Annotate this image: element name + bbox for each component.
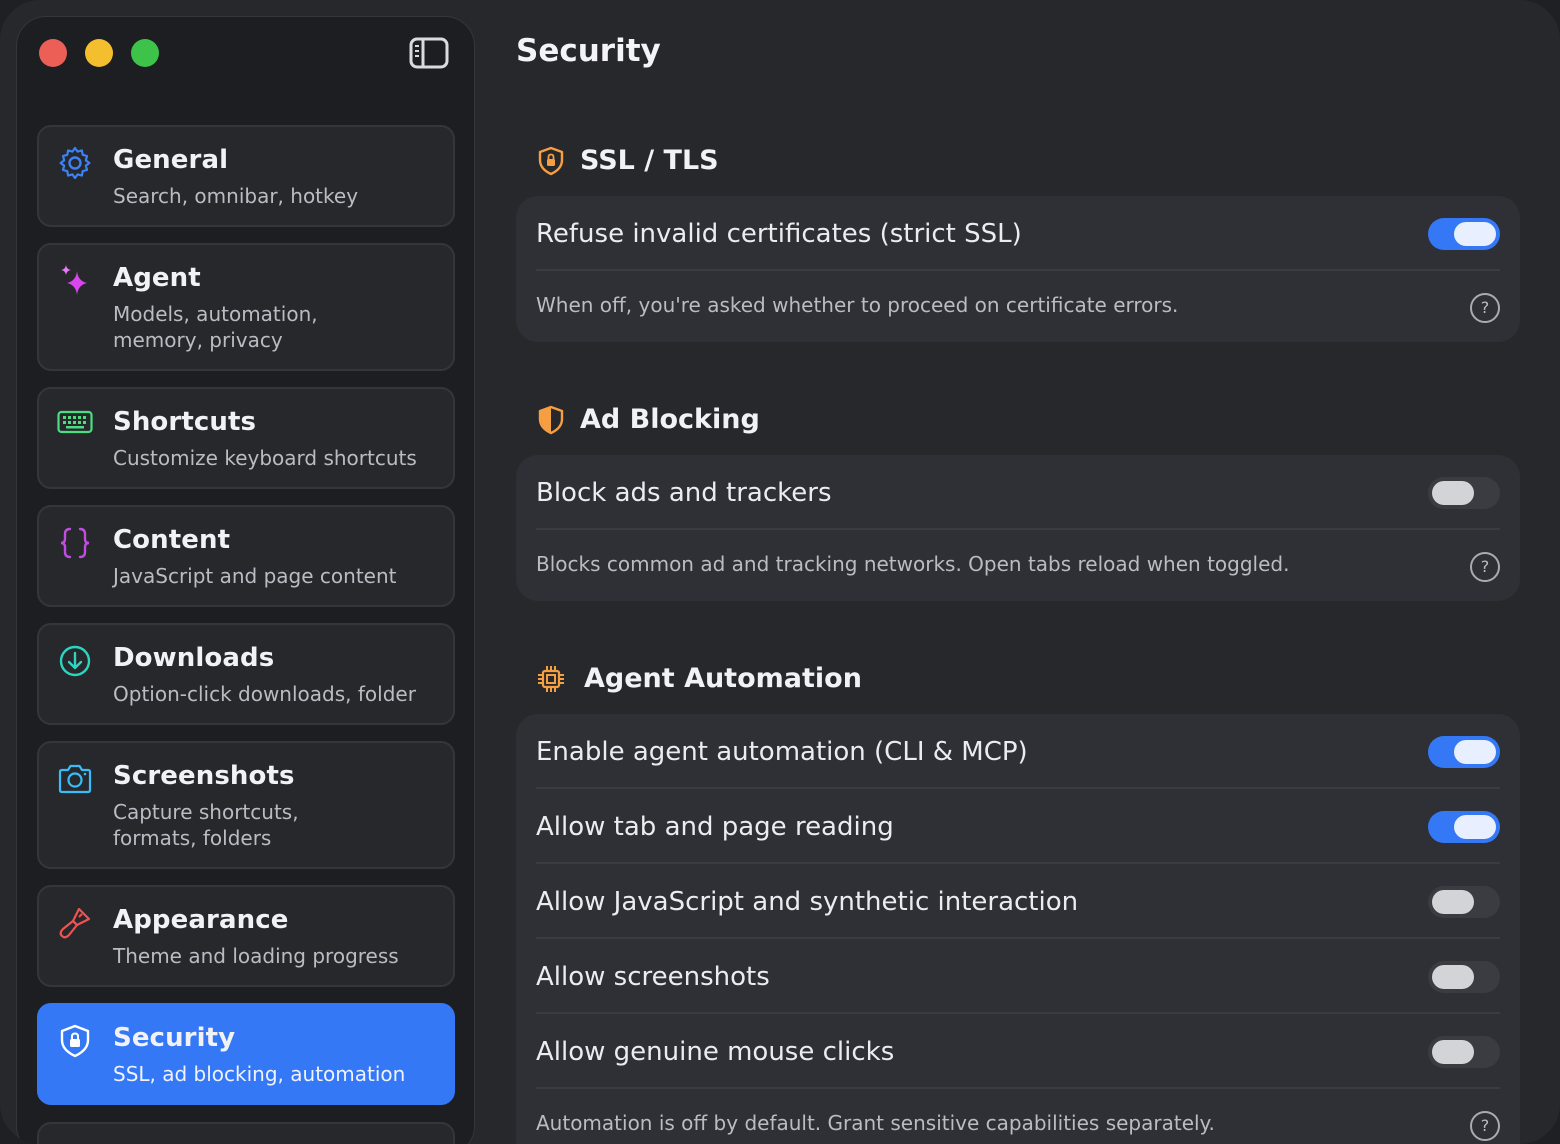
- paintbrush-icon: [59, 907, 91, 939]
- setting-label: Enable agent automation (CLI & MCP): [536, 736, 1028, 767]
- divider: [536, 1087, 1500, 1089]
- toggle-knob: [1454, 814, 1496, 839]
- sparkles-icon: [61, 265, 87, 295]
- sidebar: General Search, omnibar, hotkey Agent Mo…: [16, 16, 475, 1144]
- setting-label: Block ads and trackers: [536, 477, 832, 508]
- section-header-adblock: Ad Blocking: [536, 404, 760, 435]
- agent-automation-toggle[interactable]: [1428, 735, 1500, 768]
- sidebar-item-appearance[interactable]: Appearance Theme and loading progress: [37, 885, 455, 987]
- sidebar-item-title: Shortcuts: [113, 407, 257, 437]
- sidebar-item-security[interactable]: Security SSL, ad blocking, automation: [37, 1003, 455, 1105]
- download-circle-icon: [59, 645, 91, 677]
- section-header-automation: Agent Automation: [536, 663, 862, 694]
- section-header-ssl: SSL / TLS: [536, 145, 719, 176]
- setting-hint: When off, you're asked whether to procee…: [536, 293, 1179, 317]
- sidebar-item-title: Downloads: [113, 643, 275, 673]
- main-panel: Security SSL / TLS Refuse invalid certif…: [476, 0, 1560, 1144]
- sidebar-item-general[interactable]: General Search, omnibar, hotkey: [37, 125, 455, 227]
- section-title: Agent Automation: [584, 663, 862, 694]
- close-button[interactable]: [39, 39, 67, 67]
- screenshots-toggle[interactable]: [1428, 960, 1500, 993]
- setting-row: Allow JavaScript and synthetic interacti…: [536, 864, 1500, 939]
- sidebar-item-subtitle: Capture shortcuts, formats, folders: [113, 800, 299, 850]
- sidebar-item-subtitle: JavaScript and page content: [113, 564, 397, 588]
- sidebar-item-subtitle: Theme and loading progress: [113, 944, 399, 968]
- settings-card-adblock: Block ads and trackers Blocks common ad …: [516, 455, 1520, 601]
- sidebar-item-title: Appearance: [113, 905, 289, 935]
- sidebar-item-downloads[interactable]: Downloads Option-click downloads, folder: [37, 623, 455, 725]
- sidebar-item-title: General: [113, 145, 229, 175]
- sidebar-item-title: Screenshots: [113, 761, 295, 791]
- setting-label: Allow screenshots: [536, 961, 770, 992]
- toggle-knob: [1432, 964, 1474, 989]
- keyboard-icon: [57, 410, 93, 434]
- sidebar-item-content[interactable]: Content JavaScript and page content: [37, 505, 455, 607]
- strict-ssl-toggle[interactable]: [1428, 217, 1500, 250]
- javascript-interaction-toggle[interactable]: [1428, 885, 1500, 918]
- setting-label: Allow tab and page reading: [536, 811, 894, 842]
- sidebar-item-subtitle: Customize keyboard shortcuts: [113, 446, 417, 470]
- shield-lock-icon: [60, 1024, 90, 1058]
- shield-lock-icon: [538, 146, 564, 175]
- sidebar-item-title: Security: [113, 1023, 236, 1053]
- tab-reading-toggle[interactable]: [1428, 810, 1500, 843]
- setting-row: Allow screenshots: [536, 939, 1500, 1014]
- settings-card-ssl: Refuse invalid certificates (strict SSL)…: [516, 196, 1520, 342]
- setting-row: Allow tab and page reading: [536, 789, 1500, 864]
- gear-icon: [59, 146, 91, 180]
- divider: [536, 269, 1500, 271]
- setting-hint: Blocks common ad and tracking networks. …: [536, 552, 1290, 576]
- page-title: Security: [516, 33, 661, 69]
- setting-label: Allow genuine mouse clicks: [536, 1036, 895, 1067]
- setting-row: Enable agent automation (CLI & MCP): [536, 714, 1500, 789]
- setting-row: Allow genuine mouse clicks: [536, 1014, 1500, 1089]
- sidebar-toggle-button[interactable]: [409, 37, 449, 69]
- help-icon[interactable]: ?: [1470, 1111, 1500, 1141]
- traffic-lights: [39, 39, 159, 67]
- settings-window: General Search, omnibar, hotkey Agent Mo…: [0, 0, 1560, 1144]
- mouse-clicks-toggle[interactable]: [1428, 1035, 1500, 1068]
- block-ads-toggle[interactable]: [1428, 476, 1500, 509]
- sidebar-item-subtitle: Search, omnibar, hotkey: [113, 184, 359, 208]
- sidebar-item-screenshots[interactable]: Screenshots Capture shortcuts, formats, …: [37, 741, 455, 869]
- sidebar-item-subtitle: Models, automation, memory, privacy: [113, 302, 318, 352]
- sidebar-item-next-partial[interactable]: [37, 1122, 455, 1144]
- zoom-button[interactable]: [131, 39, 159, 67]
- settings-card-automation: Enable agent automation (CLI & MCP) Allo…: [516, 714, 1520, 1144]
- sidebar-item-subtitle: Option-click downloads, folder: [113, 682, 416, 706]
- setting-label: Refuse invalid certificates (strict SSL): [536, 218, 1022, 249]
- toggle-knob: [1454, 739, 1496, 764]
- sidebar-item-title: Content: [113, 525, 231, 555]
- sidebar-item-agent[interactable]: Agent Models, automation, memory, privac…: [37, 243, 455, 371]
- help-icon[interactable]: ?: [1470, 552, 1500, 582]
- sidebar-item-title: Agent: [113, 263, 201, 293]
- toggle-knob: [1432, 1039, 1474, 1064]
- toggle-knob: [1454, 221, 1496, 246]
- sidebar-item-shortcuts[interactable]: Shortcuts Customize keyboard shortcuts: [37, 387, 455, 489]
- help-icon[interactable]: ?: [1470, 293, 1500, 323]
- braces-icon: [60, 527, 90, 559]
- setting-label: Allow JavaScript and synthetic interacti…: [536, 886, 1079, 917]
- minimize-button[interactable]: [85, 39, 113, 67]
- section-title: SSL / TLS: [580, 145, 719, 176]
- cpu-chip-icon: [538, 665, 564, 692]
- setting-hint: Automation is off by default. Grant sens…: [536, 1111, 1215, 1135]
- sidebar-left-icon: [409, 37, 449, 69]
- camera-icon: [58, 764, 92, 794]
- toggle-knob: [1432, 889, 1474, 914]
- setting-row: Refuse invalid certificates (strict SSL): [536, 196, 1500, 271]
- divider: [536, 528, 1500, 530]
- setting-row: Block ads and trackers: [536, 455, 1500, 530]
- section-title: Ad Blocking: [580, 404, 760, 435]
- toggle-knob: [1432, 480, 1474, 505]
- sidebar-item-subtitle: SSL, ad blocking, automation: [113, 1062, 406, 1086]
- shield-half-icon: [538, 405, 564, 434]
